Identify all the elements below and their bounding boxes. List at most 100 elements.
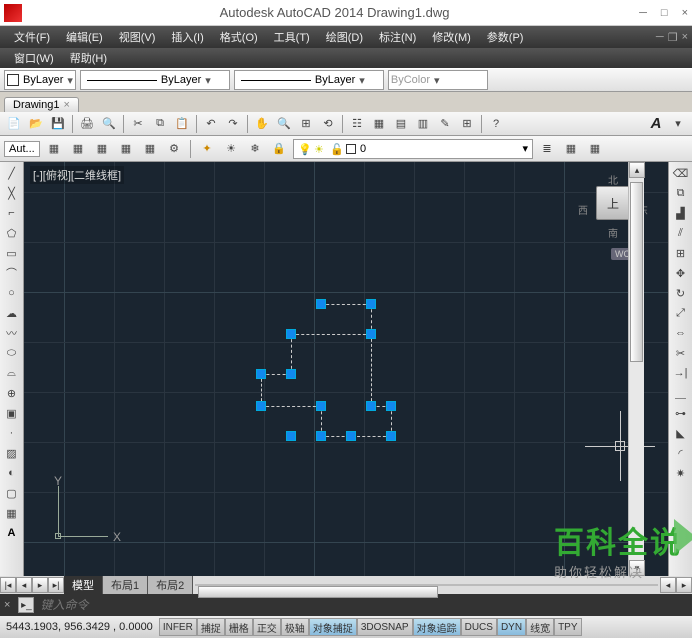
workspace-combo[interactable]: Aut... [4, 141, 40, 157]
ws-btn-5[interactable]: ▦ [140, 139, 160, 159]
scroll-thumb[interactable] [198, 586, 438, 598]
vertical-scrollbar[interactable]: ▴ ▾ [628, 162, 644, 576]
block-button[interactable]: ▣ [2, 404, 22, 422]
ssm-button[interactable]: ▥ [413, 114, 433, 134]
tab-next-button[interactable]: ▸ [32, 577, 48, 593]
redo-button[interactable]: ↷ [223, 114, 243, 134]
menu-view[interactable]: 视图(V) [111, 29, 164, 45]
tab-layout2[interactable]: 布局2 [148, 576, 193, 594]
grip[interactable] [316, 401, 326, 411]
open-button[interactable]: 📂 [26, 114, 46, 134]
grip[interactable] [286, 431, 296, 441]
table-button[interactable]: ▦ [2, 504, 22, 522]
grip[interactable] [366, 299, 376, 309]
grip[interactable] [316, 431, 326, 441]
scale-button[interactable]: ⤢ [671, 304, 691, 322]
spline-button[interactable]: 〰 [2, 324, 22, 342]
tab-layout1[interactable]: 布局1 [103, 576, 148, 594]
grip[interactable] [286, 369, 296, 379]
fillet-button[interactable]: ◜ [671, 444, 691, 462]
file-tab[interactable]: Drawing1 × [4, 97, 79, 112]
pan-button[interactable]: ✋ [252, 114, 272, 134]
drawing-canvas[interactable]: [-][俯视][二维线框] 北 南 东 西 上 WCS [24, 162, 668, 576]
dc-button[interactable]: ▦ [369, 114, 389, 134]
ws-btn-4[interactable]: ▦ [116, 139, 136, 159]
pline-button[interactable]: ⌐ [2, 204, 22, 222]
tp-button[interactable]: ▤ [391, 114, 411, 134]
grip[interactable] [286, 329, 296, 339]
xline-button[interactable]: ╳ [2, 184, 22, 202]
calc-button[interactable]: ⊞ [457, 114, 477, 134]
status-grid[interactable]: 栅格 [225, 618, 253, 636]
menu-file[interactable]: 文件(F) [6, 29, 58, 45]
menu-param[interactable]: 参数(P) [479, 29, 532, 45]
ellipse-button[interactable]: ⬭ [2, 344, 22, 362]
lineweight-combo[interactable]: ByLayer ▾ [234, 70, 384, 90]
layer-props-button[interactable]: ✦ [197, 139, 217, 159]
polygon-button[interactable]: ⬠ [2, 224, 22, 242]
menu-draw[interactable]: 绘图(D) [318, 29, 371, 45]
join-button[interactable]: ⊶ [671, 404, 691, 422]
undo-button[interactable]: ↶ [201, 114, 221, 134]
grip[interactable] [386, 401, 396, 411]
ellipse-arc-button[interactable]: ⌓ [2, 364, 22, 382]
cut-button[interactable]: ✂ [128, 114, 148, 134]
markup-button[interactable]: ✎ [435, 114, 455, 134]
grip[interactable] [316, 299, 326, 309]
menu-help[interactable]: 帮助(H) [62, 50, 115, 66]
status-infer[interactable]: INFER [159, 618, 197, 636]
scroll-left-button[interactable]: ◂ [660, 577, 676, 593]
props-button[interactable]: ☷ [347, 114, 367, 134]
grip[interactable] [256, 401, 266, 411]
new-button[interactable]: 📄 [4, 114, 24, 134]
close-button[interactable]: × [682, 7, 688, 19]
offset-button[interactable]: ⫽ [671, 224, 691, 242]
menu-window[interactable]: 窗口(W) [6, 50, 62, 66]
rect-button[interactable]: ▭ [2, 244, 22, 262]
layer-walk-button[interactable]: ▦ [585, 139, 605, 159]
grip[interactable] [346, 431, 356, 441]
erase-button[interactable]: ⌫ [671, 164, 691, 182]
mtext-button[interactable]: A [2, 524, 22, 542]
minimize-button[interactable]: ─ [639, 7, 647, 19]
close-icon[interactable]: × [4, 599, 10, 611]
zoom-button[interactable]: 🔍 [274, 114, 294, 134]
linetype-combo[interactable]: ByLayer ▾ [80, 70, 230, 90]
gradient-button[interactable]: ◐ [2, 464, 22, 482]
layer-match-button[interactable]: ≣ [537, 139, 557, 159]
color-combo[interactable]: ByLayer ▾ [4, 70, 76, 90]
scroll-right-button[interactable]: ▸ [676, 577, 692, 593]
point-button[interactable]: · [2, 424, 22, 442]
status-ducs[interactable]: DUCS [461, 618, 497, 636]
trim-button[interactable]: ✂ [671, 344, 691, 362]
status-polar[interactable]: 极轴 [281, 618, 309, 636]
layer-combo[interactable]: 💡 ☀ 🔓 0 ▾ [293, 139, 533, 159]
menu-modify[interactable]: 修改(M) [424, 29, 479, 45]
hatch-button[interactable]: ▨ [2, 444, 22, 462]
textstyle-button[interactable]: A [646, 114, 666, 134]
ws-btn-3[interactable]: ▦ [92, 139, 112, 159]
viewport-label[interactable]: [-][俯视][二维线框] [30, 166, 124, 184]
plotstyle-combo[interactable]: ByColor ▾ [388, 70, 488, 90]
status-3dosnap[interactable]: 3DOSNAP [357, 618, 413, 636]
explode-button[interactable]: ✷ [671, 464, 691, 482]
grip[interactable] [386, 431, 396, 441]
preview-button[interactable]: 🔍 [99, 114, 119, 134]
region-button[interactable]: ▢ [2, 484, 22, 502]
layer-prev-button[interactable]: ▦ [561, 139, 581, 159]
menu-format[interactable]: 格式(O) [212, 29, 266, 45]
line-button[interactable]: ╱ [2, 164, 22, 182]
command-icon[interactable]: ▸_ [18, 597, 34, 613]
ws-btn-1[interactable]: ▦ [44, 139, 64, 159]
chevron-down-icon[interactable]: ▾ [668, 114, 688, 134]
menu-tools[interactable]: 工具(T) [266, 29, 318, 45]
chamfer-button[interactable]: ◣ [671, 424, 691, 442]
layer-freeze-button[interactable]: 🔒 [269, 139, 289, 159]
circle-button[interactable]: ○ [2, 284, 22, 302]
close-icon[interactable]: × [63, 99, 69, 111]
tab-first-button[interactable]: |◂ [0, 577, 16, 593]
zoom-prev-button[interactable]: ⟲ [318, 114, 338, 134]
arc-button[interactable]: ⌒ [2, 264, 22, 282]
maximize-button[interactable]: □ [661, 7, 668, 19]
help-button[interactable]: ? [486, 114, 506, 134]
